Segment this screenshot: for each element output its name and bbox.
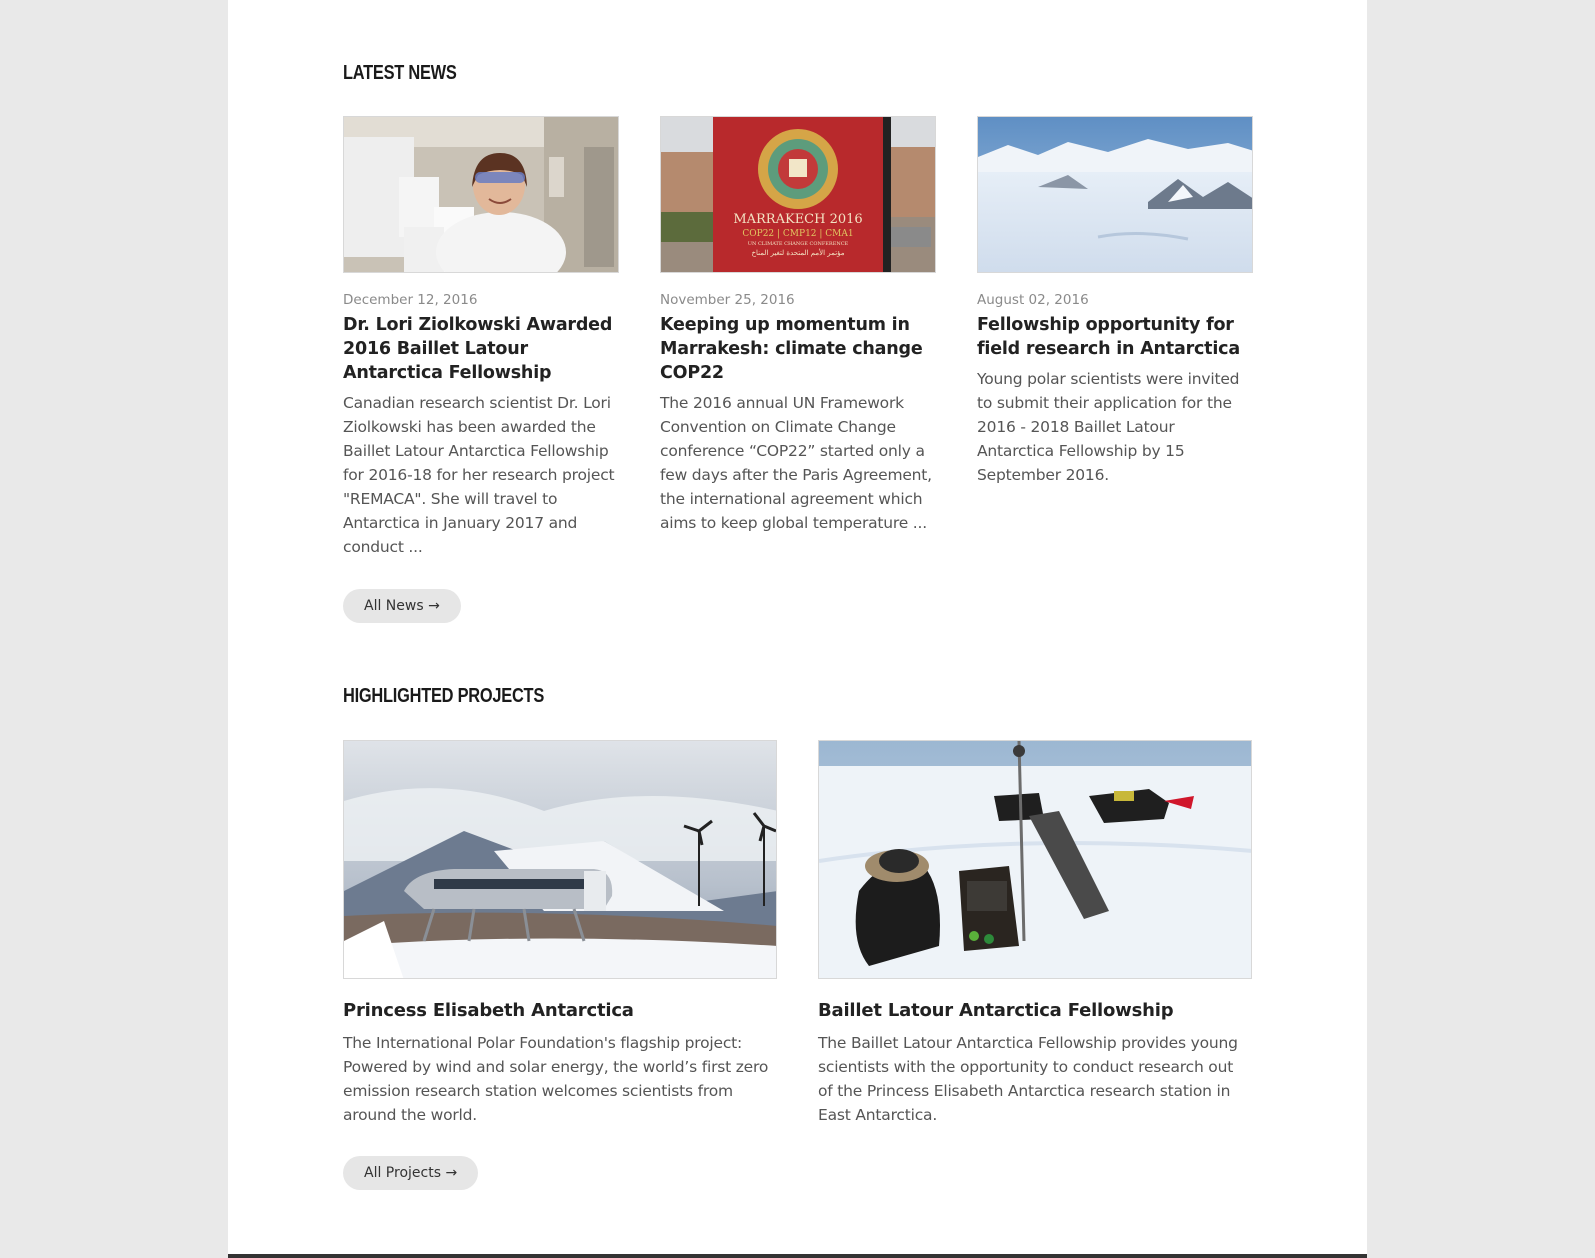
news-thumbnail-antarctica[interactable] bbox=[977, 116, 1253, 273]
news-date: December 12, 2016 bbox=[343, 292, 478, 308]
project-image-princess-elisabeth[interactable] bbox=[343, 740, 777, 979]
project-description: The Baillet Latour Antarctica Fellowship… bbox=[818, 1034, 1238, 1124]
news-thumbnail-scientist[interactable] bbox=[343, 116, 619, 273]
field-research-photo bbox=[819, 741, 1251, 978]
project-title-link[interactable]: Baillet Latour Antarctica Fellowship bbox=[818, 999, 1252, 1023]
news-card[interactable]: August 02, 2016 Fellowship opportunity f… bbox=[977, 116, 1253, 487]
news-date: November 25, 2016 bbox=[660, 292, 795, 308]
latest-news-heading: LATEST NEWS bbox=[343, 62, 457, 84]
project-description: The International Polar Foundation's fla… bbox=[343, 1034, 769, 1124]
news-card[interactable]: MARRAKECH 2016 COP22 | CMP12 | CMA1 UN C… bbox=[660, 116, 936, 535]
all-projects-button[interactable]: All Projects → bbox=[343, 1156, 479, 1190]
cop22-banner-line4: مؤتمر الأمم المتحدة لتغير المناخ bbox=[751, 249, 845, 257]
news-title-link[interactable]: Keeping up momentum in Marrakesh: climat… bbox=[660, 313, 936, 385]
news-date: August 02, 2016 bbox=[977, 292, 1089, 308]
news-excerpt: Young polar scientists were invited to s… bbox=[977, 370, 1240, 484]
news-excerpt: The 2016 annual UN Framework Convention … bbox=[660, 394, 932, 532]
news-thumbnail-cop22[interactable]: MARRAKECH 2016 COP22 | CMP12 | CMA1 UN C… bbox=[660, 116, 936, 273]
project-title-link[interactable]: Princess Elisabeth Antarctica bbox=[343, 999, 777, 1023]
footer-divider bbox=[228, 1254, 1367, 1258]
cop22-banner-line1: MARRAKECH 2016 bbox=[733, 212, 863, 227]
project-image-fellowship[interactable] bbox=[818, 740, 1252, 979]
cop22-banner-line2: COP22 | CMP12 | CMA1 bbox=[742, 229, 854, 239]
news-excerpt: Canadian research scientist Dr. Lori Zio… bbox=[343, 394, 615, 556]
news-title-link[interactable]: Fellowship opportunity for field researc… bbox=[977, 313, 1253, 361]
cop22-banner-text: MARRAKECH 2016 COP22 | CMP12 | CMA1 UN C… bbox=[713, 212, 883, 258]
all-news-button[interactable]: All News → bbox=[343, 589, 461, 623]
research-station-photo bbox=[344, 741, 776, 978]
project-card[interactable]: Princess Elisabeth Antarctica The Intern… bbox=[343, 740, 777, 1127]
project-card[interactable]: Baillet Latour Antarctica Fellowship The… bbox=[818, 740, 1252, 1127]
antarctic-landscape-photo bbox=[978, 117, 1252, 272]
scientist-photo bbox=[344, 117, 618, 272]
page-content: LATEST NEWS December 12, 2016 Dr. Lori Z… bbox=[228, 0, 1367, 1258]
highlighted-projects-heading: HIGHLIGHTED PROJECTS bbox=[343, 685, 545, 707]
cop22-banner-line3: UN CLIMATE CHANGE CONFERENCE bbox=[747, 241, 849, 247]
news-title-link[interactable]: Dr. Lori Ziolkowski Awarded 2016 Baillet… bbox=[343, 313, 619, 385]
news-card[interactable]: December 12, 2016 Dr. Lori Ziolkowski Aw… bbox=[343, 116, 619, 559]
